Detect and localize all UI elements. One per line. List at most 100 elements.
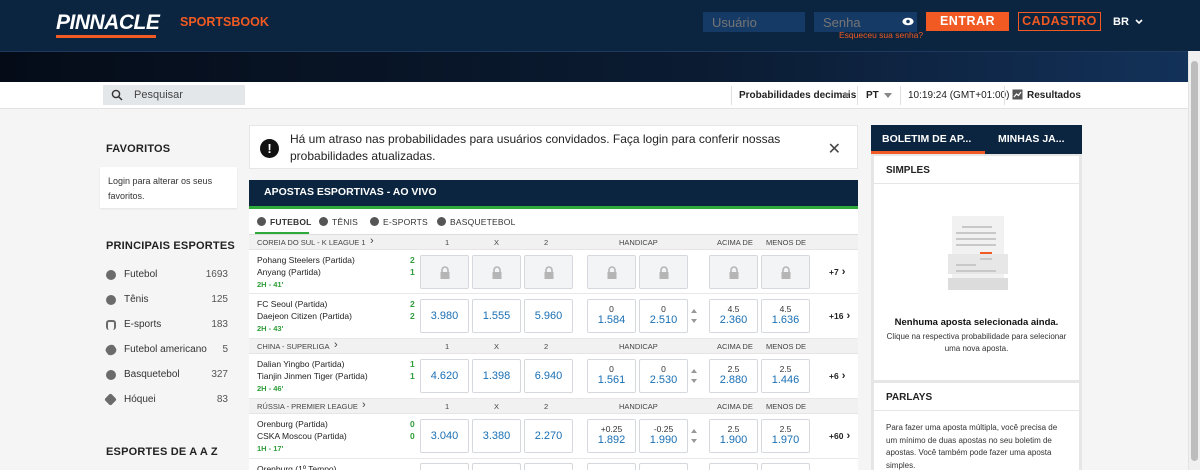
tab-basquetebol[interactable]: BASQUETEBOL xyxy=(437,217,516,227)
top-header: PINNACLE SPORTSBOOK Esqueceu sua senha? … xyxy=(0,0,1200,51)
sidebar-item-tenis[interactable]: Tênis 125 xyxy=(106,294,228,308)
pinnacle-logo[interactable]: PINNACLE xyxy=(56,11,160,38)
tab-esports[interactable]: E-SPORTS xyxy=(370,217,428,227)
league-header-row[interactable]: RÚSSIA - PREMIER LEAGUE › 1 X 2 HANDICAP ACIMA… xyxy=(249,399,858,414)
odds-button-un[interactable]: 4.5 1.636 xyxy=(761,299,810,333)
home-team[interactable]: Dalian Yingbo (Partida) xyxy=(257,359,344,369)
odds-button-h2[interactable]: 0 2.510 xyxy=(639,299,688,333)
league-name[interactable]: COREIA DO SUL - K LEAGUE 1 xyxy=(257,238,366,247)
odds-button[interactable] xyxy=(420,463,469,470)
register-button[interactable]: CADASTRO xyxy=(1018,12,1101,31)
tab-futebol[interactable]: FUTEBOL xyxy=(257,217,312,227)
league-header-row[interactable]: COREIA DO SUL - K LEAGUE 1 › 1 X 2 HANDICAP AC… xyxy=(249,235,858,250)
parlays-title: PARLAYS xyxy=(874,383,1079,411)
odds-button-ov[interactable]: 4.5 2.360 xyxy=(709,299,758,333)
show-password-icon[interactable] xyxy=(902,17,914,26)
away-team[interactable]: Daejeon Citizen (Partida) xyxy=(257,311,352,321)
scrollbar-thumb[interactable] xyxy=(1191,61,1198,461)
odds-button-o1[interactable]: 3.040 xyxy=(420,419,469,453)
column-header-handicap: HANDICAP xyxy=(619,402,658,411)
league-name[interactable]: RÚSSIA - PREMIER LEAGUE xyxy=(257,402,358,411)
odds-value: 1.636 xyxy=(771,314,800,326)
odds-button-o2[interactable]: 5.960 xyxy=(524,299,573,333)
tab-tenis[interactable]: TÊNIS xyxy=(319,217,358,227)
sport-name: Futebol xyxy=(124,269,158,280)
odds-format-select[interactable]: Probabilidades decimais xyxy=(739,90,856,101)
odds-button-o2[interactable]: 2.270 xyxy=(524,419,573,453)
odds-button-h1[interactable]: 0 1.584 xyxy=(587,299,636,333)
home-team[interactable]: FC Seoul (Partida) xyxy=(257,299,327,309)
home-team[interactable]: Pohang Steelers (Partida) xyxy=(257,255,355,265)
page-scrollbar[interactable] xyxy=(1188,51,1200,470)
close-icon[interactable]: ✕ xyxy=(828,139,841,159)
odds-button[interactable] xyxy=(709,463,758,470)
divider xyxy=(1004,86,1005,105)
login-button[interactable]: ENTRAR xyxy=(926,12,1009,31)
odds-button-ox[interactable]: 3.380 xyxy=(472,419,521,453)
language-select[interactable]: PT xyxy=(866,90,879,101)
away-team[interactable]: CSKA Moscou (Partida) xyxy=(257,431,347,441)
odds-button-h2[interactable]: 0 2.530 xyxy=(639,359,688,393)
line-adjust-icon[interactable] xyxy=(691,369,697,383)
odds-button[interactable] xyxy=(472,463,521,470)
sidebar-item-hoquei[interactable]: Hóquei 83 xyxy=(104,393,228,408)
forgot-password-link[interactable]: Esqueceu sua senha? xyxy=(839,30,923,40)
parlays-panel: PARLAYS Para fazer uma aposta múltipla, … xyxy=(874,383,1079,470)
more-markets-button[interactable]: +6 › xyxy=(829,370,845,382)
odds-button[interactable] xyxy=(524,463,573,470)
odds-button-h1[interactable]: +0.25 1.892 xyxy=(587,419,636,453)
sportsbook-link[interactable]: SPORTSBOOK xyxy=(180,15,269,29)
results-link[interactable]: Resultados xyxy=(1027,90,1081,101)
odds-button[interactable] xyxy=(639,463,688,470)
sport-count: 83 xyxy=(216,394,228,405)
odds-button[interactable] xyxy=(587,463,636,470)
line-adjust-icon[interactable] xyxy=(691,429,697,443)
odds-button-h2[interactable]: -0.25 1.990 xyxy=(639,419,688,453)
username-input[interactable] xyxy=(703,12,805,32)
odds-button-un[interactable]: 2.5 1.970 xyxy=(761,419,810,453)
odds-button-h1[interactable]: 0 1.561 xyxy=(587,359,636,393)
more-markets-count: +7 xyxy=(829,267,839,277)
sidebar-item-esports[interactable]: E-sports 183 xyxy=(106,319,228,333)
odds-button-ox[interactable]: 1.555 xyxy=(472,299,521,333)
odds-button-ox[interactable]: 1.398 xyxy=(472,359,521,393)
odds-button-o2[interactable]: 6.940 xyxy=(524,359,573,393)
chevron-right-icon: › xyxy=(370,235,374,247)
away-team[interactable]: Tianjin Jinmen Tiger (Partida) xyxy=(257,371,368,381)
line-value: -0.25 xyxy=(653,424,674,434)
clock: 10:19:24 (GMT+01:00) xyxy=(908,90,1010,101)
odds-value: 2.510 xyxy=(649,314,678,326)
odds-button-un[interactable]: 2.5 1.446 xyxy=(761,359,810,393)
sport-count: 183 xyxy=(211,319,228,330)
odds-button-o1[interactable]: 4.620 xyxy=(420,359,469,393)
odds-value: 6.940 xyxy=(534,370,563,382)
line-adjust-icon[interactable] xyxy=(691,309,697,323)
tab-my-bets[interactable]: MINHAS JA... xyxy=(998,133,1065,145)
sidebar-item-futebol-americano[interactable]: Futebol americano 5 xyxy=(104,343,228,358)
lock-icon xyxy=(544,266,554,279)
main-sports-title: PRINCIPAIS ESPORTES xyxy=(106,240,235,252)
more-markets-button[interactable]: +16 › xyxy=(829,310,850,322)
sport-count: 327 xyxy=(211,369,228,380)
odds-button-o1[interactable]: 3.980 xyxy=(420,299,469,333)
tab-betslip[interactable]: BOLETIM DE AP... xyxy=(882,133,971,145)
home-team[interactable]: Orenburg (1º Tempo) xyxy=(257,464,336,470)
odds-button[interactable] xyxy=(761,463,810,470)
more-markets-button[interactable]: +7 › xyxy=(829,266,845,278)
home-team[interactable]: Orenburg (Partida) xyxy=(257,419,328,429)
home-score: 0 xyxy=(410,419,415,429)
odds-button-ov[interactable]: 2.5 2.880 xyxy=(709,359,758,393)
sidebar-item-basquetebol[interactable]: Basquetebol 327 xyxy=(106,369,228,383)
tab-label: BASQUETEBOL xyxy=(450,217,516,227)
search-input[interactable]: Pesquisar xyxy=(103,85,245,105)
sidebar-item-futebol[interactable]: Futebol 1693 xyxy=(106,269,228,283)
odds-button-ov[interactable]: 2.5 1.900 xyxy=(709,419,758,453)
away-team[interactable]: Anyang (Partida) xyxy=(257,267,321,277)
column-header-one: 1 xyxy=(445,402,450,411)
league-name[interactable]: CHINA - SUPERLIGA xyxy=(257,342,330,351)
more-markets-button[interactable]: +60 › xyxy=(829,430,850,442)
language-selector[interactable]: BR xyxy=(1113,16,1143,28)
column-header-under: MENOS DE xyxy=(766,402,807,411)
league-header-row[interactable]: CHINA - SUPERLIGA › 1 X 2 HANDICAP ACIMA DE MEN… xyxy=(249,339,858,354)
favorites-login-note[interactable]: Login para alterar os seus favoritos. xyxy=(100,167,237,208)
